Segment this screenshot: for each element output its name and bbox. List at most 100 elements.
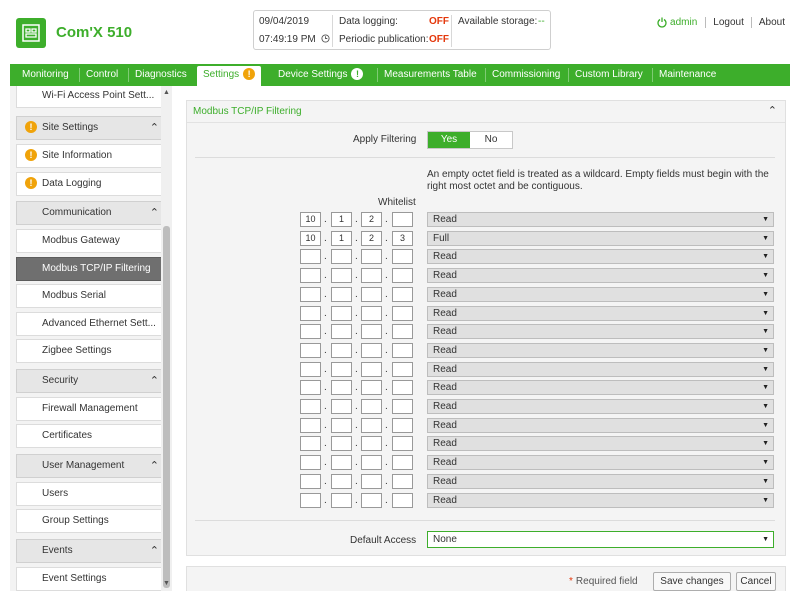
octet-input-2[interactable] <box>331 306 352 321</box>
access-select[interactable]: Read ▼ <box>427 380 774 395</box>
access-select[interactable]: Read ▼ <box>427 249 774 264</box>
octet-input-2[interactable]: 1 <box>331 231 352 246</box>
chevron-up-icon[interactable]: ⌃ <box>150 117 159 139</box>
octet-input-3[interactable] <box>361 399 382 414</box>
access-select[interactable]: Read ▼ <box>427 362 774 377</box>
sidebar-item-event-settings[interactable]: Event Settings <box>16 567 168 591</box>
octet-input-2[interactable] <box>331 474 352 489</box>
octet-input-2[interactable] <box>331 436 352 451</box>
octet-input-4[interactable] <box>392 493 413 508</box>
octet-input-3[interactable] <box>361 418 382 433</box>
octet-input-1[interactable] <box>300 418 321 433</box>
octet-input-4[interactable] <box>392 306 413 321</box>
tab-custom-library[interactable]: Custom Library <box>569 64 649 86</box>
octet-input-2[interactable] <box>331 418 352 433</box>
tab-control[interactable]: Control <box>80 64 124 86</box>
access-select[interactable]: Read ▼ <box>427 212 774 227</box>
octet-input-3[interactable] <box>361 343 382 358</box>
sidebar-item-modbus-tcpip-filtering[interactable]: Modbus TCP/IP Filtering <box>16 257 168 281</box>
scrollbar-thumb[interactable] <box>163 226 170 588</box>
sidebar-item-modbus-serial[interactable]: Modbus Serial <box>16 284 168 308</box>
octet-input-1[interactable] <box>300 474 321 489</box>
sidebar-item-firewall[interactable]: Firewall Management <box>16 397 168 421</box>
octet-input-2[interactable] <box>331 362 352 377</box>
octet-input-2[interactable] <box>331 249 352 264</box>
octet-input-3[interactable] <box>361 249 382 264</box>
chevron-up-icon[interactable]: ⌃ <box>150 370 159 392</box>
octet-input-4[interactable] <box>392 249 413 264</box>
octet-input-4[interactable] <box>392 287 413 302</box>
octet-input-3[interactable] <box>361 268 382 283</box>
octet-input-1[interactable] <box>300 306 321 321</box>
scroll-down-icon[interactable]: ▼ <box>161 579 172 589</box>
access-select[interactable]: Full ▼ <box>427 231 774 246</box>
octet-input-1[interactable]: 10 <box>300 231 321 246</box>
access-select[interactable]: Read ▼ <box>427 287 774 302</box>
octet-input-4[interactable]: 3 <box>392 231 413 246</box>
octet-input-4[interactable] <box>392 399 413 414</box>
sidebar-item-wifi-access-point[interactable]: Wi-Fi Access Point Sett... <box>16 86 168 108</box>
admin-link[interactable]: admin <box>657 17 707 28</box>
sidebar-item-advanced-ethernet[interactable]: Advanced Ethernet Sett... <box>16 312 168 336</box>
octet-input-4[interactable] <box>392 418 413 433</box>
chevron-up-icon[interactable]: ⌃ <box>768 104 777 117</box>
access-select[interactable]: Read ▼ <box>427 306 774 321</box>
octet-input-1[interactable] <box>300 380 321 395</box>
octet-input-4[interactable] <box>392 474 413 489</box>
access-select[interactable]: Read ▼ <box>427 455 774 470</box>
panel-header[interactable]: Modbus TCP/IP Filtering ⌃ <box>187 101 785 123</box>
octet-input-2[interactable] <box>331 268 352 283</box>
access-select[interactable]: Read ▼ <box>427 493 774 508</box>
chevron-up-icon[interactable]: ⌃ <box>150 455 159 477</box>
access-select[interactable]: Read ▼ <box>427 436 774 451</box>
octet-input-2[interactable] <box>331 287 352 302</box>
octet-input-4[interactable] <box>392 212 413 227</box>
octet-input-3[interactable] <box>361 306 382 321</box>
tab-diagnostics[interactable]: Diagnostics <box>129 64 193 86</box>
access-select[interactable]: Read ▼ <box>427 474 774 489</box>
sidebar-scrollbar[interactable]: ▲ ▼ <box>161 86 172 591</box>
sidebar-item-modbus-gateway[interactable]: Modbus Gateway <box>16 229 168 253</box>
octet-input-1[interactable] <box>300 362 321 377</box>
tab-settings[interactable]: Settings! <box>197 66 262 86</box>
octet-input-1[interactable] <box>300 249 321 264</box>
tab-measurements-table[interactable]: Measurements Table <box>378 64 483 86</box>
octet-input-4[interactable] <box>392 436 413 451</box>
octet-input-2[interactable] <box>331 493 352 508</box>
sidebar-item-group-settings[interactable]: Group Settings <box>16 509 168 533</box>
octet-input-3[interactable] <box>361 324 382 339</box>
logout-link[interactable]: Logout <box>706 17 752 28</box>
sidebar-group-events[interactable]: Events ⌃ <box>16 539 168 563</box>
octet-input-1[interactable] <box>300 324 321 339</box>
octet-input-2[interactable] <box>331 399 352 414</box>
octet-input-4[interactable] <box>392 380 413 395</box>
chevron-up-icon[interactable]: ⌃ <box>150 540 159 562</box>
octet-input-2[interactable] <box>331 343 352 358</box>
access-select[interactable]: Read ▼ <box>427 418 774 433</box>
access-select[interactable]: Read ▼ <box>427 268 774 283</box>
chevron-up-icon[interactable]: ⌃ <box>150 202 159 224</box>
octet-input-1[interactable] <box>300 287 321 302</box>
octet-input-3[interactable] <box>361 493 382 508</box>
octet-input-2[interactable]: 1 <box>331 212 352 227</box>
default-access-select[interactable]: None ▼ <box>427 531 774 548</box>
octet-input-3[interactable]: 2 <box>361 212 382 227</box>
octet-input-3[interactable] <box>361 362 382 377</box>
access-select[interactable]: Read ▼ <box>427 399 774 414</box>
octet-input-4[interactable] <box>392 324 413 339</box>
sidebar-item-users[interactable]: Users <box>16 482 168 506</box>
save-changes-button[interactable]: Save changes <box>653 572 731 591</box>
sidebar-group-communication[interactable]: Communication ⌃ <box>16 201 168 225</box>
cancel-button[interactable]: Cancel <box>736 572 776 591</box>
sidebar-item-certificates[interactable]: Certificates <box>16 424 168 448</box>
octet-input-1[interactable]: 10 <box>300 212 321 227</box>
octet-input-3[interactable] <box>361 380 382 395</box>
tab-monitoring[interactable]: Monitoring <box>16 64 75 86</box>
octet-input-4[interactable] <box>392 343 413 358</box>
octet-input-3[interactable] <box>361 474 382 489</box>
about-link[interactable]: About <box>752 17 790 28</box>
access-select[interactable]: Read ▼ <box>427 343 774 358</box>
apply-filtering-no[interactable]: No <box>470 132 512 148</box>
sidebar-item-site-information[interactable]: ! Site Information <box>16 144 168 168</box>
octet-input-2[interactable] <box>331 380 352 395</box>
